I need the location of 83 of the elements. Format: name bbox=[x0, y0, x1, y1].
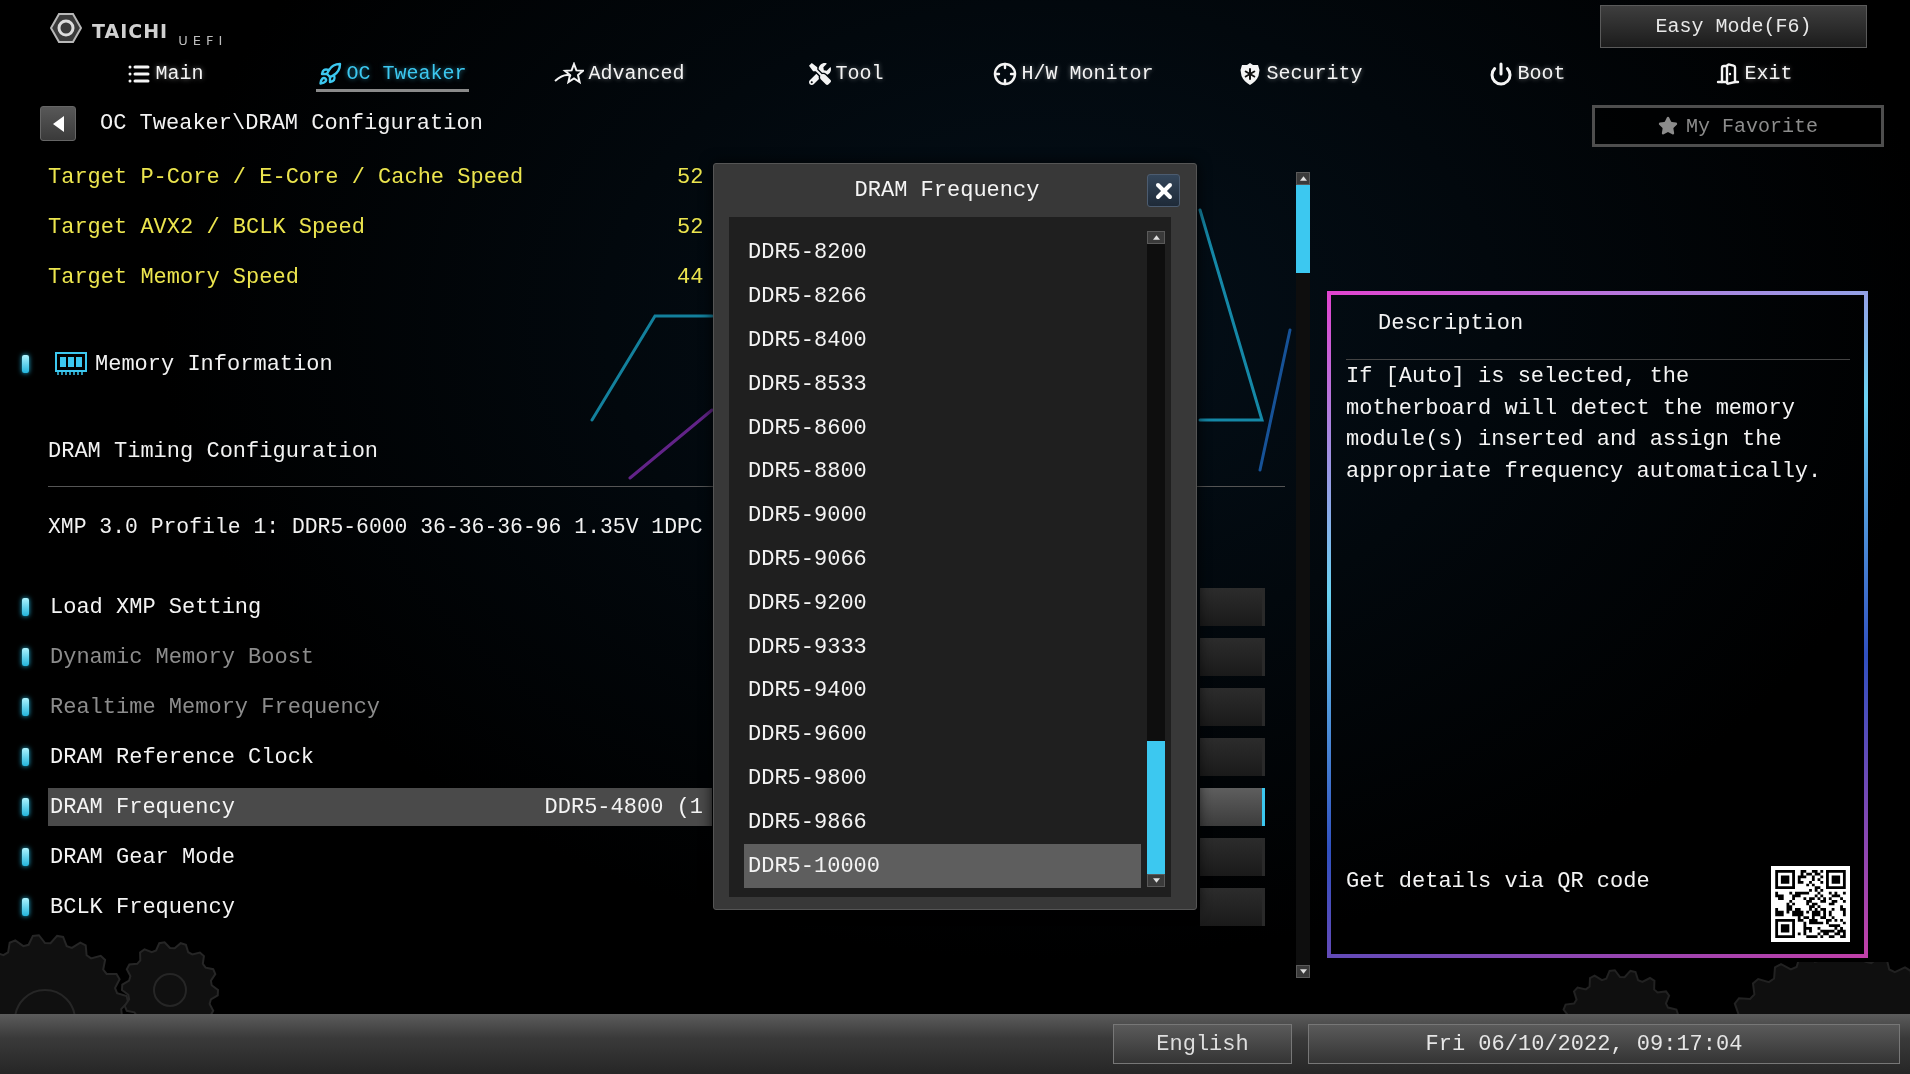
nav-tab[interactable]: OC Tweaker bbox=[316, 58, 469, 92]
scroll-up-button[interactable] bbox=[1147, 231, 1165, 245]
setting-item[interactable]: DRAM Frequency DDR5-4800 (1 bbox=[48, 788, 712, 826]
frequency-option[interactable]: DDR5-9800 bbox=[744, 756, 1141, 801]
nav-tab[interactable]: Exit bbox=[1714, 58, 1795, 92]
row-marker-icon bbox=[22, 798, 29, 816]
nav-tab[interactable]: Tool bbox=[807, 58, 886, 92]
frequency-option[interactable]: DDR5-10000 bbox=[744, 844, 1141, 888]
close-button[interactable] bbox=[1147, 174, 1180, 207]
frequency-option[interactable]: DDR5-8800 bbox=[744, 450, 1141, 494]
frequency-option[interactable]: DDR5-8600 bbox=[744, 406, 1141, 451]
row-marker-icon bbox=[22, 598, 29, 616]
target-label: Target AVX2 / BCLK Speed bbox=[48, 214, 365, 240]
submenu-link[interactable]: Memory Information bbox=[95, 351, 333, 377]
back-button[interactable] bbox=[40, 106, 76, 141]
target-label: Target Memory Speed bbox=[48, 264, 299, 290]
setting-item[interactable]: DRAM Reference Clock bbox=[48, 738, 324, 776]
scroll-down-button[interactable] bbox=[1296, 965, 1310, 978]
power-icon bbox=[1489, 62, 1514, 86]
frequency-option[interactable]: DDR5-9000 bbox=[744, 493, 1141, 538]
caret-left-icon bbox=[52, 115, 64, 132]
tools-icon bbox=[809, 63, 832, 85]
target-value: 52 bbox=[677, 164, 704, 190]
dialog-title: DRAM Frequency bbox=[854, 178, 1040, 203]
logo-icon bbox=[50, 13, 82, 43]
star-icon bbox=[1658, 116, 1678, 136]
frequency-option[interactable]: DDR5-8533 bbox=[744, 362, 1141, 407]
rocket-icon bbox=[318, 62, 343, 86]
language-button[interactable]: English bbox=[1113, 1024, 1292, 1064]
nav-tab[interactable]: H/W Monitor bbox=[991, 58, 1156, 92]
target-value: 44 bbox=[677, 264, 704, 290]
star-icon bbox=[554, 62, 585, 86]
setting-item[interactable]: DRAM Gear Mode bbox=[48, 838, 244, 876]
memory-module-icon bbox=[55, 352, 87, 376]
row-marker-icon bbox=[22, 698, 29, 716]
caret-down-icon bbox=[1152, 878, 1160, 884]
scrollbar-thumb[interactable] bbox=[1296, 185, 1310, 273]
xmp-profile-text: XMP 3.0 Profile 1: DDR5-6000 36-36-36-96 1.35V 1DPC bbox=[48, 514, 703, 541]
caret-up-icon bbox=[1152, 235, 1160, 241]
scroll-up-button[interactable] bbox=[1296, 172, 1310, 185]
frequency-option[interactable]: DDR5-9400 bbox=[744, 669, 1141, 713]
nav-tab[interactable]: Security bbox=[1236, 58, 1365, 92]
section-heading: DRAM Timing Configuration bbox=[48, 438, 379, 464]
scrollbar-track[interactable] bbox=[1296, 172, 1310, 978]
my-favorite-button[interactable]: My Favorite bbox=[1592, 105, 1884, 147]
scrollbar-track[interactable] bbox=[1147, 231, 1165, 888]
setting-item[interactable]: Load XMP Setting bbox=[48, 588, 271, 626]
frequency-option[interactable]: DDR5-8266 bbox=[744, 274, 1141, 319]
breadcrumb-path: OC Tweaker\DRAM Configuration bbox=[100, 111, 483, 136]
row-marker-icon bbox=[22, 898, 29, 916]
frequency-option[interactable]: DDR5-9066 bbox=[744, 537, 1141, 582]
row-marker-icon bbox=[22, 355, 29, 373]
crosshair-icon bbox=[993, 62, 1018, 86]
nav-tab[interactable]: Main bbox=[125, 58, 206, 92]
row-marker-icon bbox=[22, 848, 29, 866]
datetime-display: Fri 06/10/2022, 09:17:04 bbox=[1308, 1024, 1900, 1064]
option-value-button[interactable] bbox=[1200, 788, 1265, 826]
frequency-option[interactable]: DDR5-8400 bbox=[744, 318, 1141, 363]
row-marker-icon bbox=[22, 748, 29, 766]
target-label: Target P-Core / E-Core / Cache Speed bbox=[48, 164, 524, 190]
qr-caption: Get details via QR code bbox=[1346, 868, 1650, 896]
logo-suffix: UEFI bbox=[178, 33, 228, 49]
frequency-option[interactable]: DDR5-9333 bbox=[744, 625, 1141, 669]
description-text: If [Auto] is selected, the motherboard will detect the memory module(s) inserted and assign the appropriate frequency automatically. bbox=[1346, 363, 1823, 487]
frequency-option[interactable]: DDR5-9600 bbox=[744, 712, 1141, 757]
setting-item[interactable]: BCLK Frequency bbox=[48, 888, 244, 926]
target-value: 52 bbox=[677, 214, 704, 240]
caret-down-icon bbox=[1299, 969, 1307, 974]
logo-brand: TAICHI bbox=[92, 19, 169, 43]
scroll-down-button[interactable] bbox=[1147, 874, 1165, 888]
description-title: Description bbox=[1346, 305, 1850, 360]
setting-value: DDR5-4800 (1 bbox=[544, 794, 703, 820]
nav-tab[interactable]: Advanced bbox=[552, 58, 687, 92]
frequency-option[interactable]: DDR5-9866 bbox=[744, 800, 1141, 845]
scrollbar-thumb[interactable] bbox=[1147, 741, 1165, 875]
frequency-option[interactable]: DDR5-9200 bbox=[744, 581, 1141, 626]
nav-tab[interactable]: Boot bbox=[1487, 58, 1568, 92]
row-marker-icon bbox=[22, 648, 29, 666]
frequency-option[interactable]: DDR5-8200 bbox=[744, 231, 1141, 275]
door-icon bbox=[1716, 62, 1741, 86]
qr-code-icon bbox=[1771, 866, 1850, 942]
caret-up-icon bbox=[1299, 176, 1307, 181]
easy-mode-button[interactable]: Easy Mode(F6) bbox=[1600, 5, 1867, 48]
